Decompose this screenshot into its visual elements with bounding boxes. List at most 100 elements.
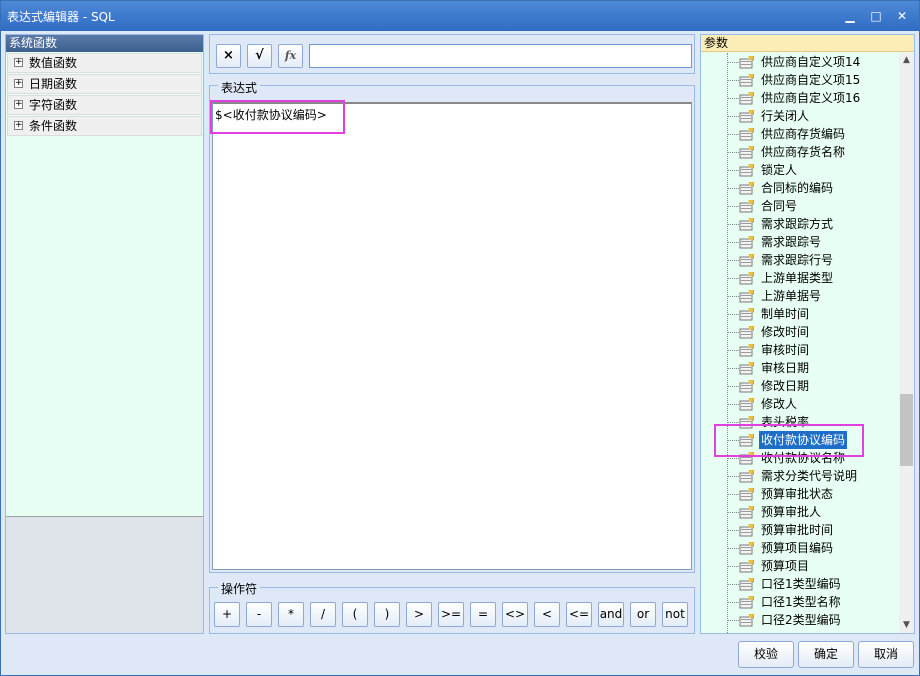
param-item[interactable]: 供应商自定义项16 xyxy=(701,89,898,107)
field-icon xyxy=(739,92,754,105)
param-item[interactable]: 口径2类型编码 xyxy=(701,611,898,629)
param-item[interactable]: 需求跟踪方式 xyxy=(701,215,898,233)
field-icon xyxy=(739,128,754,141)
field-icon xyxy=(739,56,754,69)
expand-icon[interactable]: + xyxy=(14,79,23,88)
op-or-button[interactable]: or xyxy=(630,602,656,627)
maximize-icon[interactable]: □ xyxy=(867,7,885,25)
field-icon xyxy=(739,470,754,483)
minimize-icon[interactable]: ▁ xyxy=(841,7,859,25)
param-item[interactable]: 口径1类型名称 xyxy=(701,593,898,611)
param-label: 口径1类型名称 xyxy=(761,595,841,609)
close-icon[interactable]: ✕ xyxy=(893,7,911,25)
param-item[interactable]: 上游单据类型 xyxy=(701,269,898,287)
op-not-button[interactable]: not xyxy=(662,602,688,627)
field-icon xyxy=(739,236,754,249)
param-item[interactable]: 审核时间 xyxy=(701,341,898,359)
op-lt-button[interactable]: < xyxy=(534,602,560,627)
param-item[interactable]: 上游单据号 xyxy=(701,287,898,305)
param-label: 预算审批状态 xyxy=(761,487,834,501)
field-icon xyxy=(739,488,754,501)
param-item[interactable]: 审核日期 xyxy=(701,359,898,377)
func-group-string[interactable]: + 字符函数 xyxy=(7,95,202,115)
param-item[interactable]: 行关闭人 xyxy=(701,107,898,125)
param-item[interactable]: 制单时间 xyxy=(701,305,898,323)
op-plus-button[interactable]: + xyxy=(214,602,240,627)
field-icon xyxy=(739,110,754,123)
field-icon xyxy=(739,362,754,375)
field-icon xyxy=(739,272,754,285)
param-item[interactable]: 供应商自定义项15 xyxy=(701,71,898,89)
scroll-up-icon[interactable]: ▲ xyxy=(899,53,914,68)
cancel-button[interactable]: 取消 xyxy=(858,641,914,668)
param-label: 口径2类型编码 xyxy=(761,613,841,627)
param-label: 审核日期 xyxy=(761,361,810,375)
param-label: 供应商存货名称 xyxy=(761,145,846,159)
field-icon xyxy=(739,146,754,159)
op-and-button[interactable]: and xyxy=(598,602,624,627)
validate-button[interactable]: 校验 xyxy=(738,641,794,668)
op-rparen-button[interactable]: ) xyxy=(374,602,400,627)
function-description-area xyxy=(6,516,203,633)
param-item[interactable]: 合同号 xyxy=(701,197,898,215)
param-item[interactable]: 需求跟踪号 xyxy=(701,233,898,251)
field-icon xyxy=(739,254,754,267)
param-item[interactable]: 需求跟踪行号 xyxy=(701,251,898,269)
op-gt-button[interactable]: > xyxy=(406,602,432,627)
param-item[interactable]: 预算项目 xyxy=(701,557,898,575)
param-highlight-box xyxy=(714,424,864,457)
op-minus-button[interactable]: - xyxy=(246,602,272,627)
expand-icon[interactable]: + xyxy=(14,58,23,67)
param-label: 行关闭人 xyxy=(761,109,810,123)
parameters-scrollbar[interactable]: ▲ ▼ xyxy=(899,53,914,633)
field-icon xyxy=(739,578,754,591)
expression-textarea[interactable]: $<收付款协议编码> xyxy=(212,102,692,570)
field-icon xyxy=(739,164,754,177)
param-label: 需求跟踪号 xyxy=(761,235,822,249)
parameters-header: 参数 xyxy=(701,35,914,52)
op-multiply-button[interactable]: * xyxy=(278,602,304,627)
expand-icon[interactable]: + xyxy=(14,100,23,109)
op-lparen-button[interactable]: ( xyxy=(342,602,368,627)
func-group-date[interactable]: + 日期函数 xyxy=(7,74,202,94)
field-icon xyxy=(739,182,754,195)
func-group-condition[interactable]: + 条件函数 xyxy=(7,116,202,136)
param-item[interactable]: 供应商存货名称 xyxy=(701,143,898,161)
op-gte-button[interactable]: >= xyxy=(438,602,464,627)
op-lte-button[interactable]: <= xyxy=(566,602,592,627)
param-label: 修改人 xyxy=(761,397,798,411)
fx-icon[interactable]: fx xyxy=(278,44,303,68)
param-item[interactable]: 预算审批人 xyxy=(701,503,898,521)
field-icon xyxy=(739,596,754,609)
param-item[interactable]: 修改日期 xyxy=(701,377,898,395)
param-label: 修改时间 xyxy=(761,325,810,339)
param-item[interactable]: 预算审批时间 xyxy=(701,521,898,539)
param-item[interactable]: 供应商存货编码 xyxy=(701,125,898,143)
expression-label: 表达式 xyxy=(218,79,261,96)
op-divide-button[interactable]: / xyxy=(310,602,336,627)
scroll-thumb[interactable] xyxy=(900,394,913,466)
param-label: 预算项目 xyxy=(761,559,810,573)
param-label: 供应商存货编码 xyxy=(761,127,846,141)
check-button[interactable]: √ xyxy=(247,44,272,68)
op-neq-button[interactable]: <> xyxy=(502,602,528,627)
param-item[interactable]: 供应商自定义项14 xyxy=(701,53,898,71)
param-item[interactable]: 修改时间 xyxy=(701,323,898,341)
param-item[interactable]: 预算审批状态 xyxy=(701,485,898,503)
system-functions-panel: 系统函数 + 数值函数 + 日期函数 + 字符函数 + 条件函数 xyxy=(5,34,204,634)
formula-input[interactable] xyxy=(309,44,692,68)
param-item[interactable]: 预算项目编码 xyxy=(701,539,898,557)
param-label: 需求分类代号说明 xyxy=(761,469,858,483)
expand-icon[interactable]: + xyxy=(14,121,23,130)
param-item[interactable]: 需求分类代号说明 xyxy=(701,467,898,485)
op-eq-button[interactable]: = xyxy=(470,602,496,627)
scroll-down-icon[interactable]: ▼ xyxy=(899,618,914,633)
clear-button[interactable]: × xyxy=(216,44,241,68)
param-item[interactable]: 修改人 xyxy=(701,395,898,413)
ok-button[interactable]: 确定 xyxy=(798,641,854,668)
param-item[interactable]: 锁定人 xyxy=(701,161,898,179)
param-item[interactable]: 合同标的编码 xyxy=(701,179,898,197)
operators-label: 操作符 xyxy=(218,580,261,597)
param-item[interactable]: 口径1类型编码 xyxy=(701,575,898,593)
func-group-numeric[interactable]: + 数值函数 xyxy=(7,53,202,73)
